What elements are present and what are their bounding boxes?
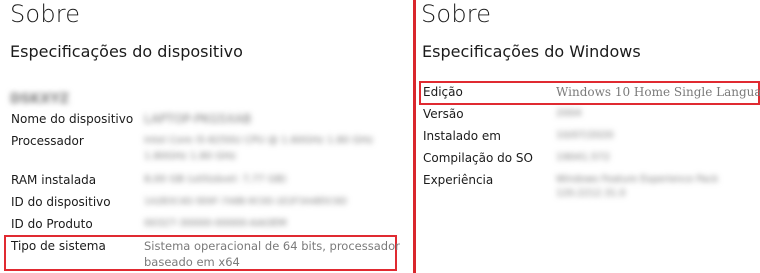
section-title: Especificações do dispositivo: [10, 42, 243, 61]
spec-label: Instalado em: [423, 129, 501, 143]
spec-value: 10/07/2020: [556, 130, 614, 141]
section-title: Especificações do Windows: [422, 42, 641, 61]
spec-value-line2: 120.2212.31.0: [556, 188, 626, 199]
spec-row-device-name: Nome do dispositivo LAPTOP-PKG5XAB: [11, 110, 401, 132]
device-name-header: DSKXYZ: [10, 92, 70, 107]
spec-row-processor: Processador Intel Core i5-8250U CPU @ 1.…: [11, 132, 401, 168]
spec-label: RAM instalada: [11, 173, 97, 187]
spec-row-version: Versão 2004: [423, 105, 757, 127]
windows-specs-panel: Sobre Especificações do Windows Edição W…: [419, 0, 760, 273]
spec-label: ID do dispositivo: [11, 195, 111, 209]
panel-divider: [413, 0, 416, 273]
spec-value: LAPTOP-PKG5XAB: [144, 112, 252, 126]
spec-row-edition: Edição Windows 10 Home Single Language: [423, 83, 760, 105]
spec-value: Windows 10 Home Single Language: [556, 85, 760, 99]
spec-row-experience: Experiência Windows Feature Experience P…: [423, 171, 757, 207]
spec-row-device-id: ID do dispositivo 1A2B3C4D-5E6F-7A8B-9C0…: [11, 193, 401, 215]
spec-label: Tipo de sistema: [11, 239, 106, 253]
spec-value: 00327-30000-00000-AAOEM: [144, 218, 287, 229]
spec-label: ID do Produto: [11, 217, 93, 231]
spec-label: Experiência: [423, 173, 494, 187]
spec-label: Nome do dispositivo: [11, 112, 134, 126]
page-title: Sobre: [10, 0, 81, 28]
spec-value-line2: 1.80GHz 1.80 GHz: [144, 151, 236, 162]
spec-row-product-id: ID do Produto 00327-30000-00000-AAOEM: [11, 215, 401, 237]
spec-label: Processador: [11, 134, 84, 148]
spec-row-system-type: Tipo de sistema Sistema operacional de 6…: [11, 237, 400, 271]
spec-value: 19041.572: [556, 152, 611, 163]
spec-label: Edição: [423, 85, 463, 99]
page-title: Sobre: [421, 0, 492, 28]
spec-label: Versão: [423, 107, 464, 121]
spec-row-ram: RAM instalada 8,00 GB (utilizável: 7,77 …: [11, 171, 401, 193]
spec-value: 2004: [556, 108, 582, 119]
spec-value: 8,00 GB (utilizável: 7,77 GB): [144, 174, 287, 185]
device-specs-panel: Sobre Especificações do dispositivo DSKX…: [0, 0, 413, 273]
spec-value-line2: baseado em x64: [144, 255, 240, 269]
spec-value: 1A2B3C4D-5E6F-7A8B-9C0D-1E2F3A4B5C6D: [144, 197, 347, 207]
spec-row-os-build: Compilação do SO 19041.572: [423, 149, 757, 171]
spec-label: Compilação do SO: [423, 151, 533, 165]
spec-row-installed-on: Instalado em 10/07/2020: [423, 127, 757, 149]
